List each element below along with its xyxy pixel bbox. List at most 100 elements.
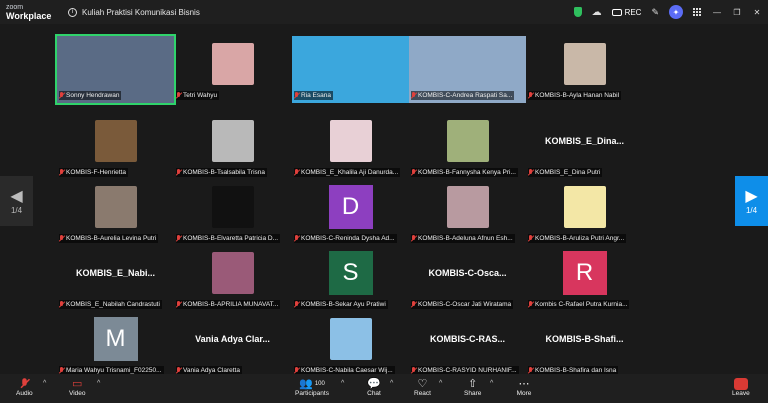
mic-muted-icon: [16, 377, 32, 390]
record-button[interactable]: REC: [611, 8, 641, 17]
participant-name-label: Tetri Wahyu: [176, 91, 220, 100]
participant-tile[interactable]: KOMBIS-B-Aurelia Levina Putri: [57, 179, 174, 246]
info-icon[interactable]: i: [68, 7, 77, 17]
previous-page-button[interactable]: ◀ 1/4: [0, 176, 33, 226]
participant-tile[interactable]: R Kombis C-Rafael Putra Kurnia...: [526, 245, 643, 312]
pen-icon[interactable]: ✎: [651, 7, 659, 18]
participant-tile[interactable]: KOMBIS-F-Henrietta: [57, 113, 174, 180]
chat-options-chevron-icon[interactable]: ^: [390, 380, 393, 387]
participant-tile[interactable]: KOMBIS-C-Andrea Raspati Sa...: [409, 36, 526, 103]
participant-initial-avatar: S: [328, 251, 373, 295]
participant-tile[interactable]: D KOMBIS-C-Reninda Dysha Ad...: [292, 179, 409, 246]
react-options-chevron-icon[interactable]: ^: [439, 380, 442, 387]
participant-video: Vania Adya Clar...: [174, 311, 291, 367]
participant-video: [174, 113, 291, 169]
participant-tile[interactable]: KOMBIS_E_Khalila Aji Danurda...: [292, 113, 409, 180]
title-bar: zoom Workplace i Kuliah Praktisi Komunik…: [0, 0, 768, 24]
share-icon: ⇧: [468, 378, 478, 390]
video-options-chevron-icon[interactable]: ^: [97, 380, 100, 387]
participant-name-label: KOMBIS-F-Henrietta: [59, 168, 128, 177]
chevron-right-icon: ▶: [745, 187, 758, 205]
participant-tile[interactable]: M Maria Wahyu Trisnami_F02250...: [57, 311, 174, 378]
participant-tile[interactable]: Ria Esana: [292, 36, 409, 103]
participant-tile[interactable]: Tetri Wahyu: [174, 36, 291, 103]
participant-name-label: KOMBIS-B-APRILIA MUNAVAT...: [176, 300, 281, 309]
mic-muted-icon: [176, 301, 181, 308]
participant-name-label: KOMBIS-B-Elvaretta Patricia D...: [176, 234, 280, 243]
participant-photo: [446, 186, 489, 228]
ai-companion-icon[interactable]: ✦: [669, 5, 683, 19]
mic-muted-icon: [294, 235, 299, 242]
participant-tile[interactable]: Vania Adya Clar... Vania Adya Claretta: [174, 311, 291, 378]
participant-tile[interactable]: KOMBIS_E_Dina... KOMBIS_E_Dina Putri: [526, 113, 643, 180]
audio-button[interactable]: Audio: [16, 377, 33, 397]
mic-muted-icon: [528, 92, 533, 99]
video-off-icon: ▭: [72, 378, 83, 390]
participant-tile[interactable]: KOMBIS-C-Osca... KOMBIS-C-Oscar Jati Wira…: [409, 245, 526, 312]
chat-button[interactable]: 💬 Chat: [366, 377, 382, 397]
participant-tile[interactable]: KOMBIS-C-RAS... KOMBIS-C-RASYID NURHANIF.…: [409, 311, 526, 378]
participant-tile[interactable]: KOMBIS-C-Nabila Caesar Wij...: [292, 311, 409, 378]
participant-name-label: KOMBIS-B-Sekar Ayu Pratiwi: [294, 300, 388, 309]
participant-photo: [211, 186, 254, 228]
participant-initial-avatar: R: [562, 251, 607, 295]
participant-video: [174, 36, 291, 92]
participant-video: KOMBIS-B-Shafi...: [526, 311, 643, 367]
audio-options-chevron-icon[interactable]: ^: [43, 380, 46, 387]
share-button[interactable]: ⇧ Share: [464, 377, 481, 397]
participant-tile[interactable]: KOMBIS-B-Elvaretta Patricia D...: [174, 179, 291, 246]
participant-video: M: [57, 311, 174, 367]
audio-label: Audio: [16, 390, 33, 397]
mic-muted-icon: [176, 367, 181, 374]
participant-name-label: KOMBIS-C-Reninda Dysha Ad...: [294, 234, 397, 243]
participant-name: KOMBIS-B-Ayla Hanan Nabil: [535, 92, 620, 99]
participant-tile[interactable]: Sonny Hendrawan: [55, 34, 176, 105]
participant-tile[interactable]: KOMBIS-B-Aruliza Putri Angr...: [526, 179, 643, 246]
leave-button[interactable]: Leave: [732, 377, 750, 397]
participant-name: KOMBIS-F-Henrietta: [66, 169, 126, 176]
participant-name-label: KOMBIS-C-Andrea Raspati Sa...: [411, 91, 515, 100]
participant-tile[interactable]: KOMBIS-B-Ayla Hanan Nabil: [526, 36, 643, 103]
participant-video: [526, 36, 643, 92]
participant-photo: [563, 186, 606, 228]
mic-muted-icon: [411, 235, 416, 242]
participant-tile[interactable]: KOMBIS-B-Fannysha Kenya Pri...: [409, 113, 526, 180]
restore-icon[interactable]: ❐: [732, 8, 742, 17]
cloud-icon[interactable]: ☁: [592, 7, 602, 18]
more-button[interactable]: ⋯ More: [516, 377, 532, 397]
participant-video: [526, 179, 643, 235]
close-icon[interactable]: ✕: [752, 8, 762, 17]
participant-name-label: KOMBIS-B-Aruliza Putri Angr...: [528, 234, 627, 243]
shield-icon[interactable]: [573, 7, 582, 17]
meeting-info[interactable]: i Kuliah Praktisi Komunikasi Bisnis: [68, 7, 200, 17]
participant-tile[interactable]: KOMBIS_E_Nabi... KOMBIS_E_Nabilah Candras…: [57, 245, 174, 312]
participant-name: KOMBIS-C-Oscar Jati Wiratama: [418, 301, 512, 308]
participant-tile[interactable]: KOMBIS-B-APRILIA MUNAVAT...: [174, 245, 291, 312]
participant-name-label: Kombis C-Rafael Putra Kurnia...: [528, 300, 630, 309]
participant-tile[interactable]: KOMBIS-B-Tsalsabila Trisna: [174, 113, 291, 180]
react-button[interactable]: ♡ React: [414, 377, 431, 397]
participants-options-chevron-icon[interactable]: ^: [341, 380, 344, 387]
apps-grid-icon[interactable]: [693, 7, 702, 17]
participant-name: Kombis C-Rafael Putra Kurnia...: [535, 301, 628, 308]
share-options-chevron-icon[interactable]: ^: [490, 380, 493, 387]
mic-muted-icon: [59, 92, 64, 99]
participants-button[interactable]: 👥 100 Participants: [295, 377, 329, 397]
participant-tile[interactable]: KOMBIS-B-Adeluna Afnun Esh...: [409, 179, 526, 246]
minimize-icon[interactable]: —: [712, 8, 722, 17]
participant-display-name: KOMBIS_E_Nabi...: [75, 268, 156, 278]
video-button[interactable]: ▭ Video: [69, 377, 86, 397]
participant-photo: [211, 252, 254, 294]
participant-tile[interactable]: KOMBIS-B-Shafi... KOMBIS-B-Shafira dan Is…: [526, 311, 643, 378]
participant-name: KOMBIS-B-APRILIA MUNAVAT...: [183, 301, 279, 308]
next-page-button[interactable]: ▶ 1/4: [735, 176, 768, 226]
mic-muted-icon: [294, 367, 299, 374]
participant-name-label: KOMBIS_E_Nabilah Candrastuti: [59, 300, 162, 309]
participant-tile[interactable]: S KOMBIS-B-Sekar Ayu Pratiwi: [292, 245, 409, 312]
participant-video: [292, 113, 409, 169]
page-indicator-right: 1/4: [745, 205, 758, 215]
mic-muted-icon: [59, 367, 64, 374]
mic-muted-icon: [528, 235, 533, 242]
participant-name: KOMBIS-B-Fannysha Kenya Pri...: [418, 169, 516, 176]
participant-video: KOMBIS_E_Dina...: [526, 113, 643, 169]
